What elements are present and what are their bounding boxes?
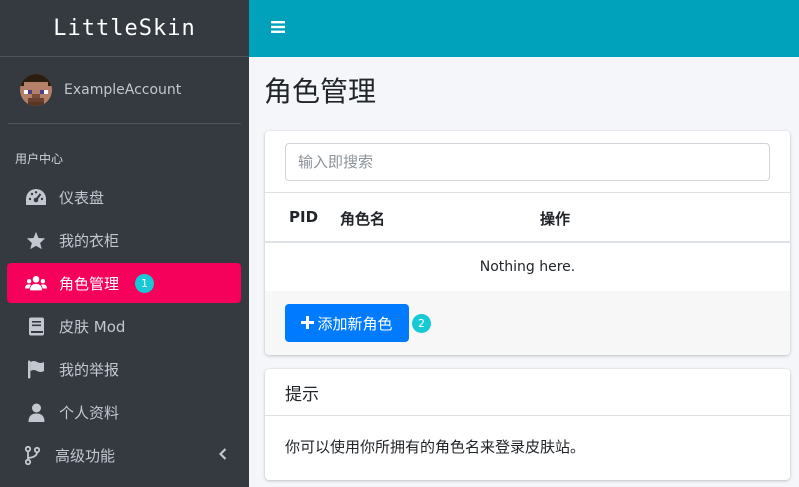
sidebar-item-label: 个人资料 [59, 403, 120, 422]
sidebar-item-profile[interactable]: 个人资料 [7, 392, 241, 432]
sidebar-item-label: 仪表盘 [59, 188, 105, 207]
sidebar-item-label: 皮肤 Mod [59, 317, 126, 336]
table-header: PID 角色名 操作 [265, 193, 790, 243]
nav-header: 用户中心 [15, 152, 64, 166]
sidebar: LittleSkin ExampleAccount 用户中心 仪表盘 我的衣柜 … [0, 0, 249, 487]
star-icon [25, 230, 47, 250]
topbar [249, 0, 799, 57]
sidebar-item-label: 角色管理 [59, 274, 120, 293]
sidebar-item-closet[interactable]: 我的衣柜 [7, 220, 241, 260]
search-wrap [265, 131, 790, 193]
sidebar-item-label: 我的举报 [59, 360, 120, 379]
flag-icon [25, 359, 47, 379]
search-input[interactable] [285, 143, 770, 181]
sidebar-item-skin-mod[interactable]: 皮肤 Mod [7, 306, 241, 346]
user-panel[interactable]: ExampleAccount [8, 57, 241, 124]
tip-card-title: 提示 [265, 369, 790, 416]
brand[interactable]: LittleSkin [0, 0, 249, 57]
plus-icon [301, 313, 315, 334]
sidebar-item-players[interactable]: 角色管理 1 [7, 263, 241, 303]
sidebar-item-label: 高级功能 [55, 446, 116, 465]
sidebar-item-reports[interactable]: 我的举报 [7, 349, 241, 389]
book-icon [25, 316, 47, 336]
username[interactable]: ExampleAccount [64, 82, 181, 98]
sidebar-item-dashboard[interactable]: 仪表盘 [7, 177, 241, 217]
users-icon [25, 273, 47, 293]
card-footer: 添加新角色 2 [265, 291, 790, 355]
column-header-name: 角色名 [340, 210, 386, 228]
step-badge: 2 [412, 313, 431, 333]
sidebar-item-label: 我的衣柜 [59, 231, 120, 250]
sidebar-item-advanced[interactable]: 高级功能 [7, 435, 241, 475]
hamburger-menu-icon[interactable] [271, 19, 285, 38]
dashboard-icon [25, 187, 47, 207]
empty-table-message: Nothing here. [479, 259, 576, 275]
add-player-button-label: 添加新角色 [317, 314, 393, 333]
tip-card: 提示 你可以使用你所拥有的角色名来登录皮肤站。 [265, 369, 790, 480]
brand-logo-text[interactable]: LittleSkin [53, 16, 195, 41]
step-badge: 1 [135, 273, 155, 293]
column-header-actions: 操作 [540, 210, 571, 228]
code-branch-icon [25, 445, 43, 465]
column-header-pid: PID [289, 208, 319, 226]
add-player-button[interactable]: 添加新角色 [285, 304, 409, 342]
page-title: 角色管理 [264, 75, 377, 108]
chevron-left-icon[interactable] [218, 447, 227, 465]
tip-card-body: 你可以使用你所拥有的角色名来登录皮肤站。 [285, 438, 586, 456]
avatar[interactable] [20, 74, 52, 106]
players-card: PID 角色名 操作 Nothing here. 添加新角色 2 [265, 131, 790, 355]
user-icon [25, 402, 47, 422]
